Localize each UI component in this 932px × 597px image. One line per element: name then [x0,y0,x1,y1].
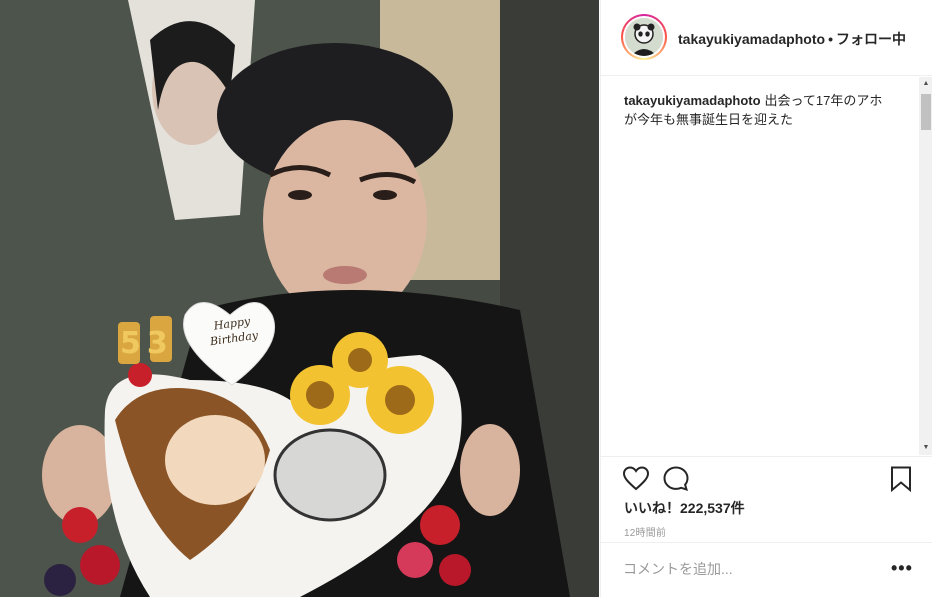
post-photo-illustration [0,0,599,597]
comment-input[interactable] [623,561,863,577]
avatar-image [625,18,663,56]
post-side-panel: takayukiyamadaphoto • フォロー中 takayukiyamada… [600,0,932,597]
comments-scrollbar[interactable]: ▲ ▼ [919,77,932,455]
post-timestamp[interactable]: 12時間前 [624,524,666,539]
candle-number: 53 [120,326,174,361]
scroll-down-arrow-icon[interactable]: ▼ [919,441,932,455]
heart-icon[interactable] [622,465,650,493]
post-photo[interactable]: Happy Birthday 53 [0,0,599,597]
header-text: takayukiyamadaphoto • フォロー中 [678,29,906,49]
post-header: takayukiyamadaphoto • フォロー中 [601,0,932,76]
following-button[interactable]: フォロー中 [836,31,906,47]
speech-bubble-icon[interactable] [662,465,690,493]
scrollbar-thumb[interactable] [921,94,931,130]
scroll-up-arrow-icon[interactable]: ▲ [919,77,932,91]
caption: takayukiyamadaphoto 出会って17年のアホが今年も無事誕生日を迎… [624,91,894,129]
bookmark-icon[interactable] [887,465,915,493]
header-username-link[interactable]: takayukiyamadaphoto [678,31,825,47]
like-count[interactable]: いいね！222,537件 [624,498,745,518]
avatar[interactable] [621,14,667,60]
caption-username-link[interactable]: takayukiyamadaphoto [624,93,761,108]
action-bar [601,456,932,500]
comments-area: takayukiyamadaphoto 出会って17年のアホが今年も無事誕生日を迎… [601,77,919,455]
header-separator: • [828,31,833,47]
more-options-icon[interactable]: ••• [891,559,913,577]
comment-form: ••• [601,542,932,597]
